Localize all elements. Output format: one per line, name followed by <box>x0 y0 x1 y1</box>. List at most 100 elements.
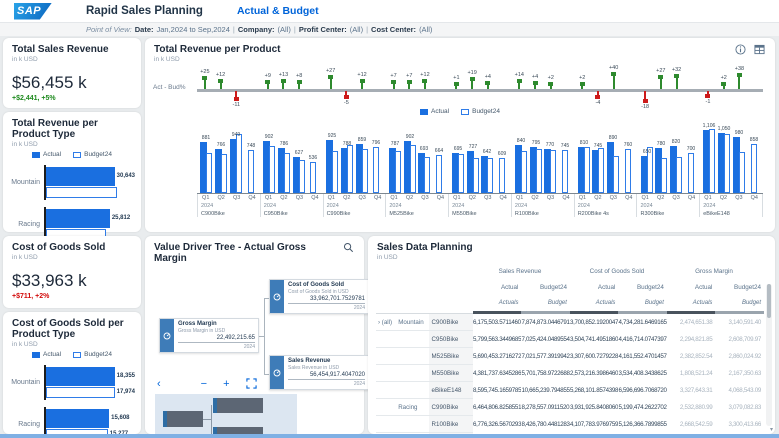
value-cell[interactable]: 3,140,591.40 <box>715 314 764 331</box>
value-cell[interactable]: 3,079,082.83 <box>715 399 764 416</box>
budget-bar[interactable] <box>299 160 305 193</box>
budget-bar[interactable] <box>248 150 254 193</box>
node-value[interactable]: 56,454,917.4047020 <box>288 371 365 380</box>
value-cell[interactable]: 3,504,741.4951860 <box>570 331 618 348</box>
value-cell[interactable]: 2,573,216.3986460 <box>570 365 618 382</box>
vdt-node-cost-of-goods-sold[interactable]: Cost of Goods Sold Cost of Goods Sold in… <box>269 279 369 314</box>
measure-header[interactable]: Actual <box>473 279 521 295</box>
product-type-cell[interactable]: Racing <box>396 399 428 416</box>
scroll-down-icon[interactable]: ▾ <box>770 426 773 433</box>
budget-bar[interactable] <box>598 148 604 193</box>
value-cell[interactable]: 6,596,696.7068720 <box>618 382 667 399</box>
budget-bar[interactable] <box>584 147 590 193</box>
measure-header[interactable]: Actual <box>667 279 715 295</box>
legend-item-budget[interactable]: Budget24 <box>73 351 112 358</box>
expand-cell[interactable]: › (all) <box>376 314 396 331</box>
table-icon[interactable] <box>754 44 765 55</box>
tab-actual-budget[interactable]: Actual & Budget <box>237 5 319 17</box>
zoom-in-icon[interactable]: + <box>223 379 229 389</box>
vertical-scrollbar[interactable] <box>766 284 772 426</box>
scrollbar-thumb[interactable] <box>767 284 771 318</box>
table-row[interactable]: R100Bike6,776,326.56702938,426,780.44812… <box>376 416 764 433</box>
budget-bar[interactable] <box>206 153 212 193</box>
value-cell[interactable]: 2,668,542.59 <box>667 416 715 433</box>
value-cell[interactable]: 6,464,806.8258551 <box>473 399 521 416</box>
budget-bar[interactable] <box>688 153 694 193</box>
product-cell[interactable]: R100Bike <box>429 416 473 433</box>
value-cell[interactable]: 7,874,873.0446791 <box>521 314 569 331</box>
value-cell[interactable]: 4,381,737.6345286 <box>473 365 521 382</box>
value-cell[interactable]: 2,532,880.99 <box>667 399 715 416</box>
product-type-cell[interactable] <box>396 331 428 348</box>
budget-bar[interactable] <box>751 144 757 193</box>
product-cell[interactable]: M550Bike <box>429 365 473 382</box>
value-cell[interactable]: 2,167,350.63 <box>715 365 764 382</box>
value-cell[interactable]: 2,860,024.92 <box>715 348 764 365</box>
budget-bar[interactable] <box>536 149 542 193</box>
value-cell[interactable]: 4,107,783.9769759 <box>570 416 618 433</box>
actual-bar[interactable] <box>46 167 115 186</box>
value-cell[interactable]: 5,199,474.2622702 <box>618 399 667 416</box>
product-type-cell[interactable] <box>396 416 428 433</box>
legend-item-budget[interactable]: Budget24 <box>461 108 500 115</box>
product-type-cell[interactable] <box>396 382 428 399</box>
value-cell[interactable]: 3,300,413.66 <box>715 416 764 433</box>
expand-cell[interactable] <box>376 416 396 433</box>
value-cell[interactable]: 4,416,714.0747397 <box>618 331 667 348</box>
measure-header[interactable]: Budget24 <box>715 279 764 295</box>
value-cell[interactable]: 7,025,424.0489554 <box>521 331 569 348</box>
product-type-cell[interactable]: Mountain <box>396 314 428 331</box>
actual-bar[interactable] <box>46 367 115 386</box>
table-row[interactable]: M525Bike5,690,453.27162727,021,577.39199… <box>376 348 764 365</box>
value-cell[interactable]: 5,126,366.7899855 <box>618 416 667 433</box>
expand-cell[interactable] <box>376 365 396 382</box>
table-row[interactable]: › (all)MountainC900Bike6,175,503.5711460… <box>376 314 764 331</box>
budget-bar[interactable] <box>410 145 416 193</box>
budget-bar[interactable] <box>347 145 353 193</box>
value-cell[interactable]: 2,608,709.97 <box>715 331 764 348</box>
product-cell[interactable]: M525Bike <box>429 348 473 365</box>
node-value[interactable]: 22,492,215.65 <box>178 334 255 343</box>
value-cell[interactable]: 8,595,745.1659785 <box>473 382 521 399</box>
value-cell[interactable]: 4,734,281.6469165 <box>618 314 667 331</box>
value-cell[interactable]: 6,776,326.5670293 <box>473 416 521 433</box>
product-type-cell[interactable] <box>396 348 428 365</box>
budget-bar[interactable] <box>487 158 493 193</box>
budget-bar[interactable] <box>625 149 631 193</box>
value-cell[interactable]: 5,268,101.8574398 <box>570 382 618 399</box>
node-value[interactable]: 33,962,701.7529781 <box>288 295 365 304</box>
pov-cost-center-value[interactable]: (All) <box>419 25 432 34</box>
budget-bar[interactable] <box>332 151 338 193</box>
budget-bar[interactable] <box>709 129 715 193</box>
budget-bar[interactable] <box>269 146 275 193</box>
value-cell[interactable]: 4,068,543.09 <box>715 382 764 399</box>
pov-company-value[interactable]: (All) <box>278 25 291 34</box>
value-cell[interactable]: 2,294,821.85 <box>667 331 715 348</box>
budget-bar[interactable] <box>362 149 368 193</box>
budget-bar[interactable] <box>310 162 316 193</box>
budget-bar[interactable] <box>661 158 667 193</box>
table-row[interactable]: C950Bike5,799,563.34496857,025,424.04895… <box>376 331 764 348</box>
expand-cell[interactable] <box>376 348 396 365</box>
legend-item-actual[interactable]: Actual <box>32 151 61 158</box>
value-cell[interactable]: 7,021,577.3919942 <box>521 348 569 365</box>
budget-bar[interactable] <box>46 387 115 398</box>
expand-cell[interactable] <box>376 382 396 399</box>
value-cell[interactable]: 8,278,557.0911520 <box>521 399 569 416</box>
info-icon[interactable] <box>735 44 746 55</box>
value-cell[interactable]: 2,382,852.54 <box>667 348 715 365</box>
budget-bar[interactable] <box>550 150 556 193</box>
value-cell[interactable]: 1,808,521.24 <box>667 365 715 382</box>
value-cell[interactable]: 3,327,643.31 <box>667 382 715 399</box>
budget-bar[interactable] <box>562 150 568 193</box>
budget-bar[interactable] <box>46 187 117 198</box>
pov-profit-center-value[interactable]: (All) <box>350 25 363 34</box>
measure-header[interactable]: Budget24 <box>521 279 569 295</box>
value-cell[interactable]: 6,175,503.5711460 <box>473 314 521 331</box>
table-row[interactable]: RacingC990Bike6,464,806.82585518,278,557… <box>376 399 764 416</box>
budget-bar[interactable] <box>395 151 401 193</box>
product-cell[interactable]: C900Bike <box>429 314 473 331</box>
budget-bar[interactable] <box>724 134 730 193</box>
expand-cell[interactable] <box>376 331 396 348</box>
value-cell[interactable]: 3,534,408.3438625 <box>618 365 667 382</box>
